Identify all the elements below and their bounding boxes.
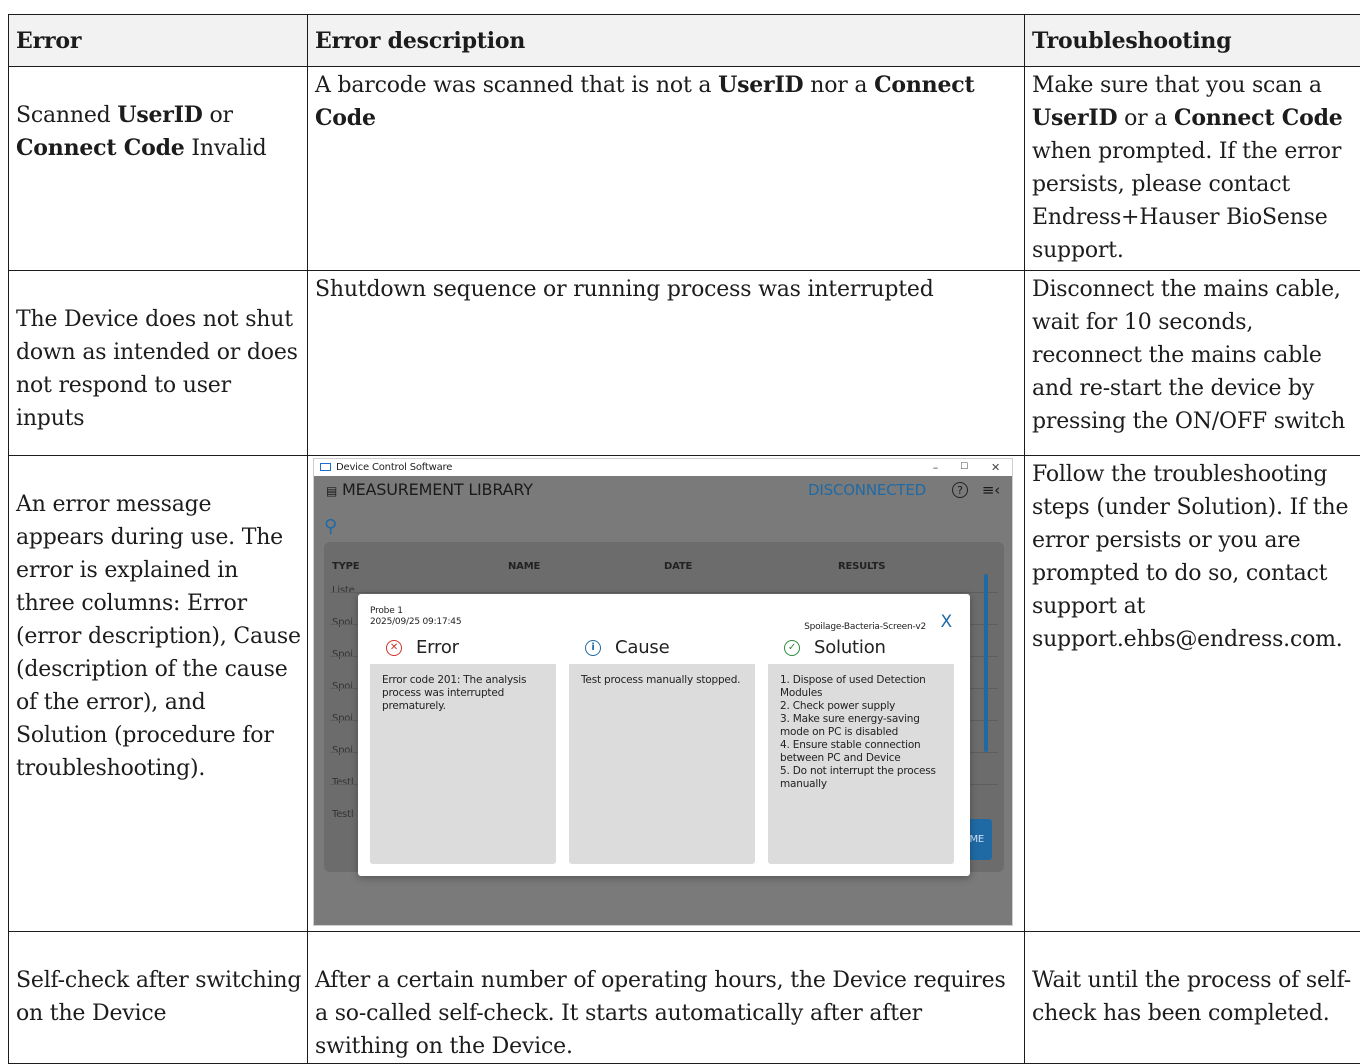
list-scrollbar[interactable] — [984, 574, 988, 752]
row-divider — [330, 592, 998, 593]
list-header-date[interactable]: DATE — [664, 550, 692, 583]
header-row: Error Error description Troubleshooting — [9, 15, 1360, 67]
list-header-name: NAME — [508, 550, 540, 583]
cause-panel-text: Test process manually stopped. — [581, 674, 747, 687]
table-row: An error message appears during use. The… — [9, 456, 1360, 932]
solution-step: 4. Ensure stable connection between PC a… — [780, 739, 946, 765]
list-item[interactable]: Spoi — [332, 638, 353, 671]
error-panel-text: Error code 201: The analysis process was… — [382, 674, 548, 713]
error-circle-icon: ✕ — [386, 640, 402, 656]
window-titlebar: Device Control Software – ☐ ✕ — [314, 459, 1012, 476]
probe-datetime: 2025/09/25 09:17:45 — [370, 617, 461, 628]
cell-error: An error message appears during use. The… — [9, 456, 308, 932]
error-dialog: Probe 1 2025/09/25 09:17:45 Spoilage-Bac… — [358, 594, 970, 876]
solution-step: 1. Dispose of used Detection Modules — [780, 674, 946, 700]
list-item[interactable]: Spoi — [332, 606, 353, 639]
window-title: Device Control Software — [336, 459, 452, 476]
list-item[interactable]: Spoi — [332, 702, 353, 735]
solution-step: 3. Make sure energy-saving mode on PC is… — [780, 713, 946, 739]
solution-panel: ✓ Solution 1. Dispose of used Detection … — [768, 632, 954, 864]
cell-troubleshooting: Make sure that you scan a UserID or a Co… — [1025, 67, 1360, 271]
dialog-probe-info: Probe 1 2025/09/25 09:17:45 — [370, 606, 461, 628]
header-error-description: Error description — [308, 15, 1025, 67]
connection-status[interactable]: DISCONNECTED — [808, 476, 926, 504]
header-troubleshooting: Troubleshooting — [1025, 15, 1360, 67]
solution-step: 2. Check power supply — [780, 700, 946, 713]
library-icon: ▤ — [326, 484, 337, 498]
cell-description-screenshot: Device Control Software – ☐ ✕ ▤ MEASUREM… — [308, 456, 1025, 932]
cause-panel-header: i Cause — [569, 632, 755, 664]
list-item[interactable]: Liste — [332, 574, 355, 607]
cell-error: Scanned UserID or Connect Code Invalid — [9, 67, 308, 271]
check-circle-icon: ✓ — [784, 640, 800, 656]
list-header-results: RESULTS — [838, 550, 885, 583]
page-title: ▤ MEASUREMENT LIBRARY — [326, 476, 533, 505]
help-icon[interactable]: ? — [952, 482, 968, 498]
cell-description: A barcode was scanned that is not a User… — [308, 67, 1025, 271]
cell-troubleshooting: Wait until the process of self-check has… — [1025, 932, 1360, 1064]
error-panel: ✕ Error Error code 201: The analysis pro… — [370, 632, 556, 864]
maximize-icon[interactable]: ☐ — [960, 459, 968, 476]
table-row: Self-check after switching on the Device… — [9, 932, 1360, 1064]
cell-description: Shutdown sequence or running process was… — [308, 271, 1025, 456]
table-row: Scanned UserID or Connect Code Invalid A… — [9, 67, 1360, 271]
app-header: ▤ MEASUREMENT LIBRARY DISCONNECTED ? ≡‹ — [314, 476, 1012, 504]
search-icon[interactable]: ⚲ — [324, 510, 337, 543]
solution-step: 5. Do not interrupt the process manually — [780, 765, 946, 791]
header-error: Error — [9, 15, 308, 67]
cause-panel: i Cause Test process manually stopped. — [569, 632, 755, 864]
cell-troubleshooting: Follow the troubleshooting steps (under … — [1025, 456, 1360, 932]
minimize-icon[interactable]: – — [933, 459, 938, 476]
error-panel-title: Error — [416, 632, 459, 664]
solution-steps: 1. Dispose of used Detection Modules 2. … — [780, 674, 946, 791]
table-row: The Device does not shut down as intende… — [9, 271, 1360, 456]
info-circle-icon: i — [585, 640, 601, 656]
error-dialog-screenshot: Device Control Software – ☐ ✕ ▤ MEASUREM… — [313, 458, 1013, 926]
close-window-icon[interactable]: ✕ — [991, 459, 1000, 476]
app-icon — [320, 463, 331, 471]
solution-panel-title: Solution — [814, 632, 886, 664]
menu-icon[interactable]: ≡‹ — [982, 476, 1000, 504]
list-item[interactable]: Testl — [332, 798, 353, 831]
list-item[interactable]: Testl — [332, 766, 353, 799]
troubleshooting-table: Error Error description Troubleshooting … — [8, 14, 1360, 1064]
solution-panel-header: ✓ Solution — [768, 632, 954, 664]
cell-troubleshooting: Disconnect the mains cable, wait for 10 … — [1025, 271, 1360, 456]
probe-label: Probe 1 — [370, 606, 461, 617]
list-item[interactable]: Spoi — [332, 670, 353, 703]
cell-error: Self-check after switching on the Device — [9, 932, 308, 1064]
cell-error: The Device does not shut down as intende… — [9, 271, 308, 456]
list-item[interactable]: Spoi — [332, 734, 353, 767]
cell-description: After a certain number of operating hour… — [308, 932, 1025, 1064]
error-panel-header: ✕ Error — [370, 632, 556, 664]
cause-panel-title: Cause — [615, 632, 669, 664]
